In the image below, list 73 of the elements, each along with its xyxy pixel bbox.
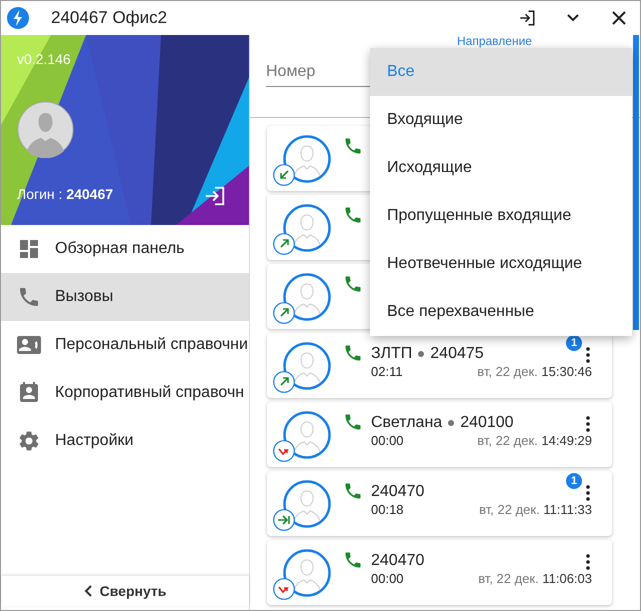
call-direction-icon <box>273 578 295 600</box>
menu-item[interactable]: Исходящие <box>370 144 632 192</box>
menu-item[interactable]: Неотвеченные исходящие <box>370 240 632 288</box>
app-logo-icon <box>7 7 29 29</box>
call-direction-icon <box>273 371 295 393</box>
more-icon[interactable] <box>586 416 590 432</box>
caller-name: 240470 <box>371 552 424 570</box>
call-timestamp: вт, 22 дек. 11:06:03 <box>478 571 592 586</box>
settings-icon <box>17 429 41 453</box>
phone-icon <box>343 136 363 156</box>
sidebar-item-label: Корпоративный справочн <box>55 384 244 402</box>
call-duration: 00:00 <box>371 571 404 586</box>
unread-badge: 1 <box>566 473 582 489</box>
user-avatar <box>17 101 74 158</box>
caller-name: 240470 <box>371 483 424 501</box>
chevron-down-icon <box>567 14 579 22</box>
phone-icon <box>343 274 363 294</box>
dashboard-icon <box>17 237 41 261</box>
sidebar-item[interactable]: Корпоративный справочн <box>1 369 249 417</box>
contact-avatar <box>283 411 331 459</box>
phone-icon <box>343 205 363 225</box>
call-card[interactable]: Светлана 240100 00:00 вт, 22 дек. 14:49:29 <box>267 402 612 467</box>
phone-icon <box>343 343 363 363</box>
logout-button[interactable] <box>204 185 226 207</box>
call-duration: 00:00 <box>371 433 404 448</box>
phone-icon <box>343 412 363 432</box>
call-timestamp: вт, 22 дек. 15:30:46 <box>477 364 592 379</box>
call-direction-icon <box>273 509 295 531</box>
sidebar-item-label: Настройки <box>55 432 134 450</box>
call-direction-icon <box>273 440 295 462</box>
menu-item[interactable]: Все перехваченные <box>370 288 632 336</box>
call-card[interactable]: ЗЛТП 240475 02:11 вт, 22 дек. 15:30:46 1 <box>267 333 612 398</box>
direction-label: Направление <box>457 34 532 48</box>
menu-item[interactable]: Пропущенные входящие <box>370 192 632 240</box>
contact-avatar <box>283 480 331 528</box>
sidebar-item-label: Обзорная панель <box>55 240 184 258</box>
more-icon[interactable] <box>586 485 590 501</box>
call-duration: 02:11 <box>371 364 403 379</box>
chevron-left-icon <box>84 585 92 597</box>
contact-card-icon <box>17 333 41 357</box>
contact-avatar <box>283 342 331 390</box>
contact-avatar <box>283 549 331 597</box>
contact-avatar <box>283 135 331 183</box>
call-timestamp: вт, 22 дек. 11:11:33 <box>479 502 592 517</box>
contact-avatar <box>283 273 331 321</box>
sidebar-item[interactable]: Обзорная панель <box>1 225 249 273</box>
contact-book-icon <box>17 381 41 405</box>
version-label: v0.2.146 <box>17 51 71 67</box>
sidebar-item[interactable]: Вызовы <box>1 273 249 321</box>
contact-avatar <box>283 204 331 252</box>
more-icon[interactable] <box>586 554 590 570</box>
phone-icon <box>343 550 363 570</box>
caller-name: ЗЛТП 240475 <box>371 345 484 363</box>
menu-item[interactable]: Входящие <box>370 96 632 144</box>
sidebar-item[interactable]: Настройки <box>1 417 249 465</box>
call-direction-icon <box>273 233 295 255</box>
sidebar-item-label: Вызовы <box>55 288 114 306</box>
call-timestamp: вт, 22 дек. 14:49:29 <box>477 433 592 448</box>
sidebar-item[interactable]: Персональный справочни <box>1 321 249 369</box>
collapse-button[interactable]: Свернуть <box>1 576 249 606</box>
more-icon[interactable] <box>586 347 590 363</box>
call-duration: 00:18 <box>371 502 404 517</box>
call-direction-icon <box>273 302 295 324</box>
window-title: 240467 Офис2 <box>51 8 168 28</box>
caller-name: Светлана 240100 <box>371 414 514 432</box>
scrollbar[interactable] <box>633 35 639 330</box>
sidebar-item-label: Персональный справочни <box>55 336 248 354</box>
call-card[interactable]: 240470 00:18 вт, 22 дек. 11:11:33 1 <box>267 471 612 536</box>
call-card[interactable]: 240470 00:00 вт, 22 дек. 11:06:03 <box>267 540 612 605</box>
phone-icon <box>343 481 363 501</box>
unread-badge: 1 <box>566 335 582 351</box>
call-direction-icon <box>273 164 295 186</box>
phone-icon <box>17 285 41 309</box>
